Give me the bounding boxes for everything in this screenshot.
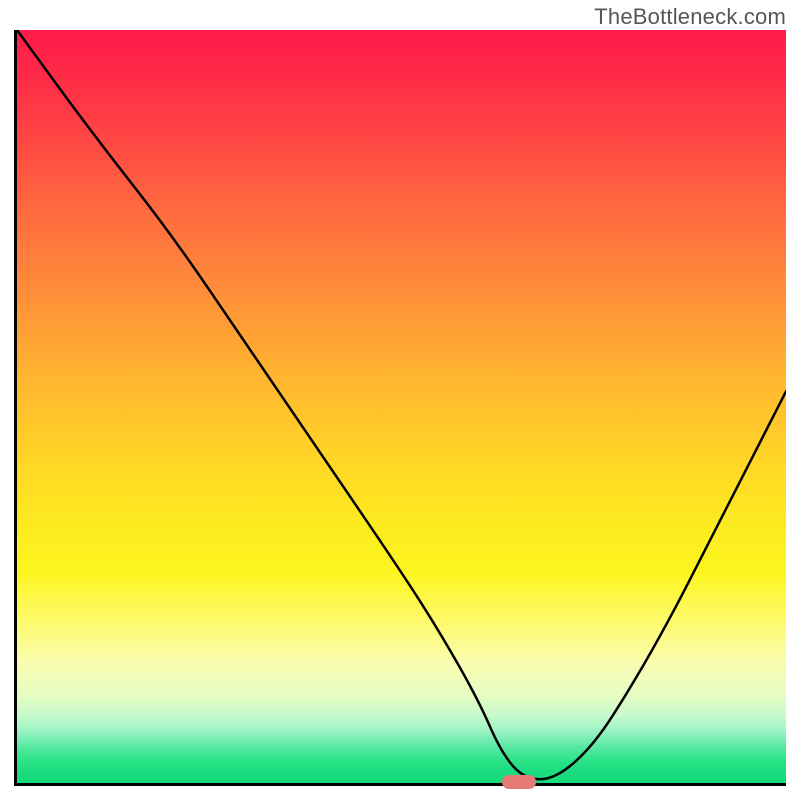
chart-marker-pill <box>502 775 536 789</box>
bottleneck-curve <box>17 30 786 779</box>
watermark-text: TheBottleneck.com <box>594 4 786 30</box>
chart-plot-area <box>14 30 786 786</box>
chart-line-svg <box>17 30 786 783</box>
